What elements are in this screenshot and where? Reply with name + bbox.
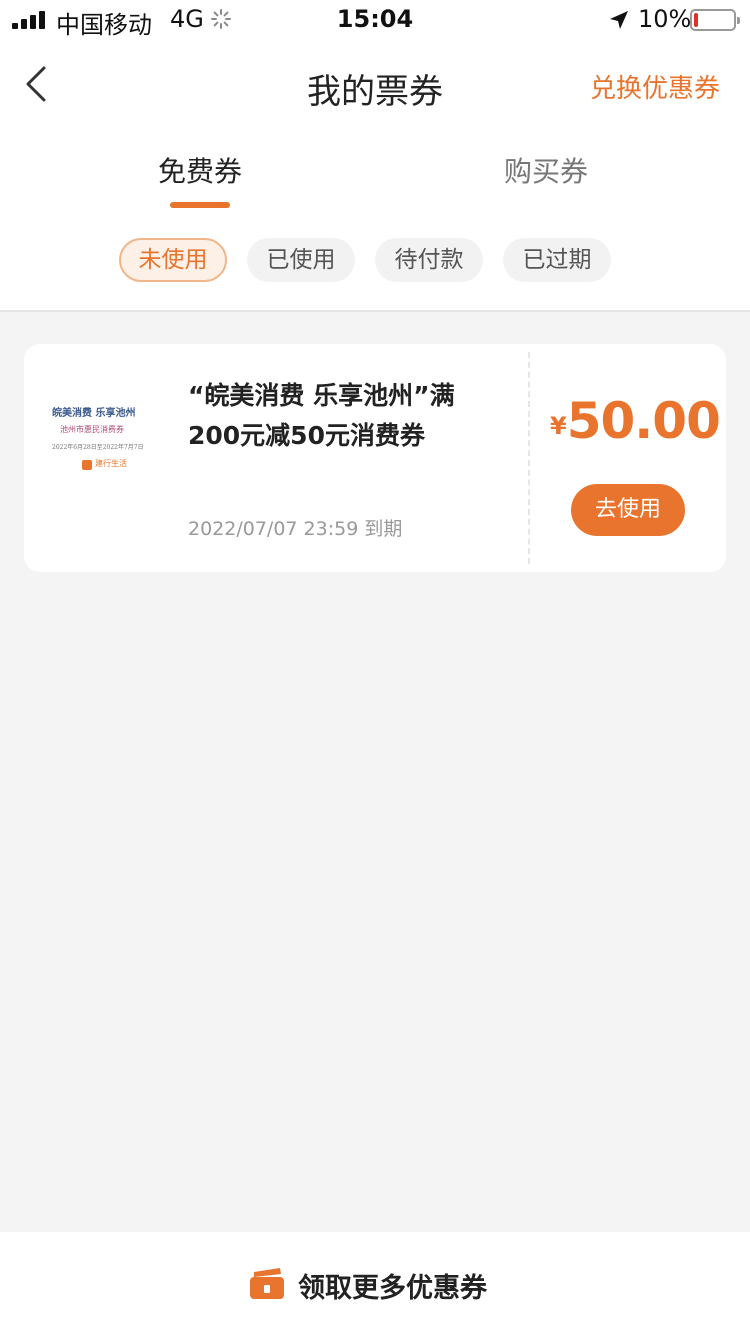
coupon-thumbnail: 皖美消费 乐享池州 池州市惠民消费券 2022年6月28日至2022年7月7日 … — [52, 400, 152, 480]
ticket-icon — [250, 1268, 284, 1299]
coupon-value: ¥50.00 — [550, 392, 721, 450]
thumbnail-dates: 2022年6月28日至2022年7月7日 — [52, 444, 144, 451]
thumbnail-logo: 建行生活 — [82, 458, 138, 472]
thumbnail-subtitle: 池州市惠民消费券 — [60, 425, 124, 434]
get-more-coupons-button[interactable]: 领取更多优惠券 — [0, 1232, 750, 1334]
coupon-title: “皖美消费 乐享池州”满200元减50元消费券 — [188, 381, 455, 450]
filter-used[interactable]: 已使用 — [247, 238, 355, 282]
location-icon — [610, 11, 628, 29]
coupon-expiry: 2022/07/07 23:59 到期 — [188, 518, 403, 540]
filter-unused[interactable]: 未使用 — [119, 238, 227, 282]
tab-purchased-coupons[interactable]: 购买券 — [446, 150, 646, 190]
thumbnail-headline: 皖美消费 乐享池州 — [52, 408, 136, 419]
coupon-amount: 50.00 — [566, 392, 721, 450]
currency-symbol: ¥ — [550, 412, 567, 440]
back-button[interactable] — [18, 62, 58, 106]
use-coupon-button[interactable]: 去使用 — [571, 484, 685, 536]
coupon-divider — [528, 352, 530, 564]
status-bar: 中国移动 4G 15:04 10% — [0, 0, 750, 40]
filter-pending-payment[interactable]: 待付款 — [375, 238, 483, 282]
battery-percent: 10% — [638, 5, 692, 33]
tab-free-coupons[interactable]: 免费券 — [100, 150, 300, 190]
active-tab-indicator — [170, 202, 230, 208]
brand-logo-text: 建行生活 — [95, 459, 127, 468]
battery-icon — [690, 9, 740, 31]
filter-expired[interactable]: 已过期 — [503, 238, 611, 282]
bottom-bar: 领取更多优惠券 — [0, 1232, 750, 1334]
chevron-left-icon — [26, 66, 46, 102]
brand-logo-icon — [82, 460, 92, 470]
exchange-coupon-button[interactable]: 兑换优惠券 — [590, 68, 720, 105]
battery-level — [694, 13, 698, 27]
coupon-card[interactable]: 皖美消费 乐享池州 池州市惠民消费券 2022年6月28日至2022年7月7日 … — [24, 344, 726, 572]
get-more-coupons-label: 领取更多优惠券 — [298, 1273, 487, 1304]
